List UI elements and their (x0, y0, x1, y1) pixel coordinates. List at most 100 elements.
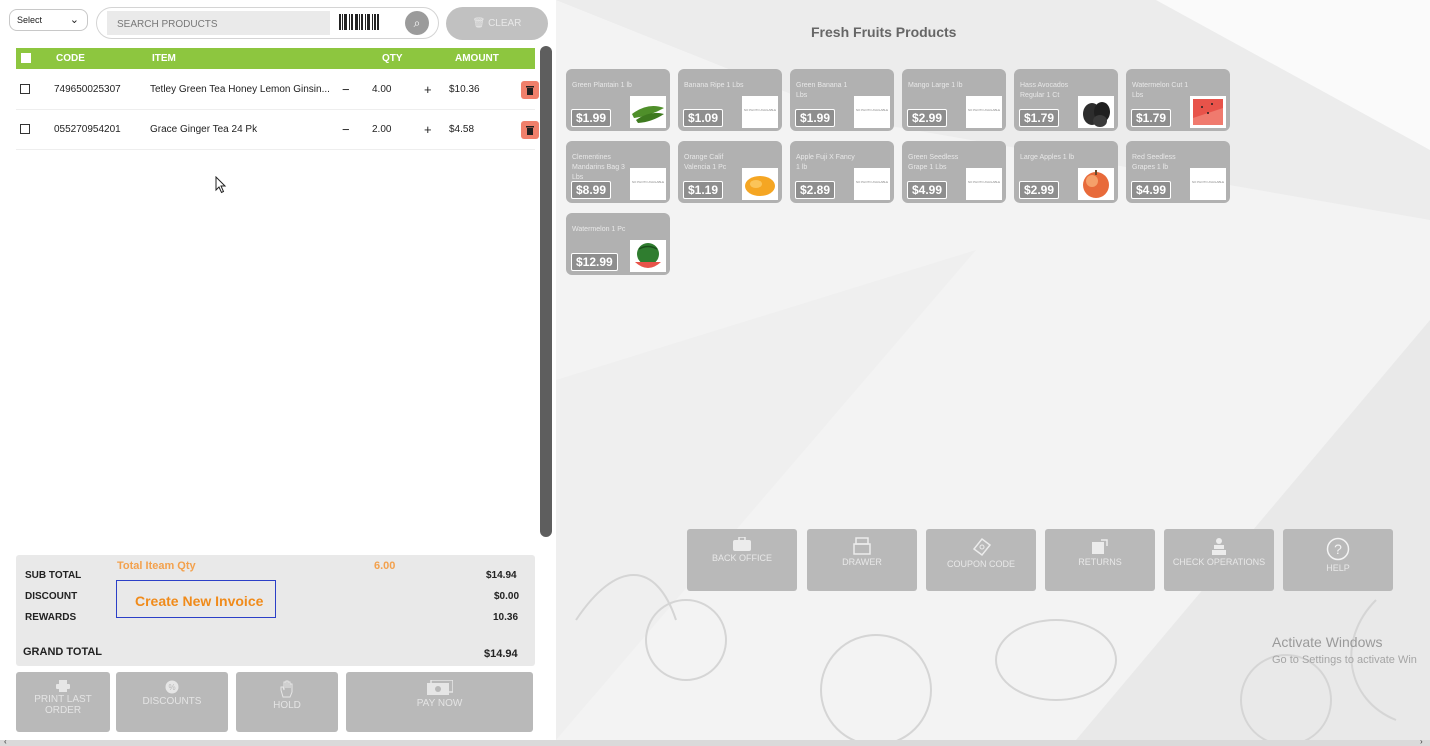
row-qty[interactable]: 2.00 (372, 124, 391, 135)
coupon-icon (972, 537, 992, 557)
create-new-invoice-button[interactable]: Create New Invoice (116, 580, 276, 618)
product-price: $1.79 (1019, 109, 1060, 127)
subtotal-value: $14.94 (486, 570, 517, 581)
total-item-qty-value: 6.00 (374, 560, 396, 572)
discounts-label: DISCOUNTS (142, 696, 202, 707)
barcode-icon[interactable] (339, 14, 379, 30)
clear-button[interactable]: 🗑 CLEAR (446, 7, 548, 40)
trash-icon: 🗑 (472, 18, 486, 29)
product-tile[interactable]: Green Seedless Grape 1 Lbs $4.99 NO PHOT… (902, 141, 1006, 203)
drawer-icon (853, 537, 871, 555)
total-item-qty-label: Total Iteam Qty (117, 560, 196, 572)
print-last-order-label: PRINT LAST ORDER (34, 694, 92, 716)
scroll-right-icon[interactable]: › (1420, 737, 1423, 746)
minus-icon[interactable]: − (342, 82, 350, 97)
plus-icon[interactable]: + (424, 122, 432, 137)
pay-now-button[interactable]: PAY NOW (346, 672, 533, 732)
no-photo-placeholder: NO PHOTO AVAILABLE (966, 168, 1002, 200)
percent-badge-icon: % (165, 680, 179, 694)
product-price: $2.99 (1019, 181, 1060, 199)
plantain-image (630, 96, 666, 128)
scroll-left-icon[interactable]: ‹ (4, 737, 7, 746)
search-input[interactable]: SEARCH PRODUCTS (107, 11, 330, 35)
printer-icon (56, 680, 70, 692)
mouse-cursor-icon (215, 176, 227, 194)
discount-value: $0.00 (494, 591, 520, 602)
product-panel: Fresh Fruits Products Green Plantain 1 l… (556, 0, 1430, 740)
plus-icon[interactable]: + (424, 82, 432, 97)
product-tile[interactable]: Green Plantain 1 lb $1.99 (566, 69, 670, 131)
select-all-checkbox[interactable] (21, 53, 31, 63)
svg-text:%: % (168, 683, 175, 692)
row-checkbox[interactable] (20, 124, 30, 134)
back-office-button[interactable]: BACK OFFICE (687, 529, 797, 591)
back-office-label: BACK OFFICE (711, 553, 772, 563)
help-button[interactable]: ? HELP (1283, 529, 1393, 591)
grand-total-label: GRAND TOTAL (23, 646, 103, 658)
product-name: Green Banana 1 Lbs (796, 82, 848, 99)
delete-button[interactable] (521, 121, 539, 139)
coupon-code-button[interactable]: COUPON CODE (926, 529, 1036, 591)
row-amount: $10.36 (449, 84, 480, 95)
product-name: Large Apples 1 lb (1020, 154, 1075, 161)
hold-button[interactable]: HOLD (236, 672, 338, 732)
header-item: ITEM (152, 53, 176, 64)
chevron-down-icon: ⌄ (69, 14, 79, 26)
table-row: 055270954201 Grace Ginger Tea 24 Pk − 2.… (16, 110, 539, 150)
returns-button[interactable]: RETURNS (1045, 529, 1155, 591)
no-photo-placeholder: NO PHOTO AVAILABLE (854, 168, 890, 200)
product-tile[interactable]: Green Banana 1 Lbs $1.99 NO PHOTO AVAILA… (790, 69, 894, 131)
no-photo-placeholder: NO PHOTO AVAILABLE (854, 96, 890, 128)
product-tile[interactable]: Orange Calif Valencia 1 Pc $1.19 (678, 141, 782, 203)
operator-icon (1212, 538, 1226, 555)
row-item: Tetley Green Tea Honey Lemon Ginsin... (150, 84, 330, 95)
header-qty: QTY (382, 53, 403, 64)
activate-windows-title: Activate Windows (1272, 634, 1383, 650)
cash-icon (426, 680, 453, 695)
product-tile[interactable]: Watermelon 1 Pc $12.99 (566, 213, 670, 275)
product-name: Green Plantain 1 lb (572, 82, 632, 89)
product-price: $1.09 (683, 109, 724, 127)
header-code: CODE (56, 53, 85, 64)
product-name: Apple Fuji X Fancy 1 lb (796, 154, 855, 171)
row-qty[interactable]: 4.00 (372, 84, 391, 95)
product-tile[interactable]: Hass Avocados Regular 1 Ct $1.79 (1014, 69, 1118, 131)
drawer-label: DRAWER (842, 557, 882, 567)
discount-label: DISCOUNT (25, 591, 78, 602)
cart-scrollbar[interactable] (540, 46, 552, 537)
row-checkbox[interactable] (20, 84, 30, 94)
product-tile[interactable]: Clementines Mandarins Bag 3 Lbs $8.99 NO… (566, 141, 670, 203)
product-name: Green Seedless Grape 1 Lbs (908, 154, 959, 171)
product-tile[interactable]: Banana Ripe 1 Lbs $1.09 NO PHOTO AVAILAB… (678, 69, 782, 131)
category-title: Fresh Fruits Products (811, 24, 957, 40)
product-tile[interactable]: Large Apples 1 lb $2.99 (1014, 141, 1118, 203)
delete-button[interactable] (521, 81, 539, 99)
search-icon[interactable]: ⌕ (405, 11, 429, 35)
apple-image (1078, 168, 1114, 200)
row-code: 055270954201 (54, 124, 121, 135)
clear-button-label: CLEAR (488, 18, 522, 29)
drawer-button[interactable]: DRAWER (807, 529, 917, 591)
print-last-order-button[interactable]: PRINT LAST ORDER (16, 672, 110, 732)
product-tile[interactable]: Red Seedless Grapes 1 lb $4.99 NO PHOTO … (1126, 141, 1230, 203)
minus-icon[interactable]: − (342, 122, 350, 137)
horizontal-scrollbar[interactable]: ‹ › (0, 737, 1430, 746)
product-price: $4.99 (907, 181, 948, 199)
product-name: Watermelon Cut 1 Lbs (1132, 82, 1189, 99)
table-row: 749650025307 Tetley Green Tea Honey Lemo… (16, 70, 539, 110)
store-select[interactable]: Select ⌄ (9, 9, 88, 31)
rewards-value: 10.36 (493, 612, 519, 623)
product-tile[interactable]: Apple Fuji X Fancy 1 lb $2.89 NO PHOTO A… (790, 141, 894, 203)
check-operations-button[interactable]: CHECK OPERATIONS (1164, 529, 1274, 591)
product-tile[interactable]: Mango Large 1 lb $2.99 NO PHOTO AVAILABL… (902, 69, 1006, 131)
row-amount: $4.58 (449, 124, 475, 135)
discounts-button[interactable]: % DISCOUNTS (116, 672, 228, 732)
search-bar: SEARCH PRODUCTS ⌕ (96, 7, 439, 39)
product-tile[interactable]: Watermelon Cut 1 Lbs $1.79 (1126, 69, 1230, 131)
no-photo-placeholder: NO PHOTO AVAILABLE (742, 96, 778, 128)
trash-icon (526, 86, 534, 95)
pay-now-label: PAY NOW (416, 698, 463, 709)
product-name: Clementines Mandarins Bag 3 Lbs (572, 154, 625, 181)
totals-panel: Total Iteam Qty 6.00 SUB TOTAL $14.94 DI… (16, 555, 535, 666)
briefcase-icon (733, 537, 751, 551)
